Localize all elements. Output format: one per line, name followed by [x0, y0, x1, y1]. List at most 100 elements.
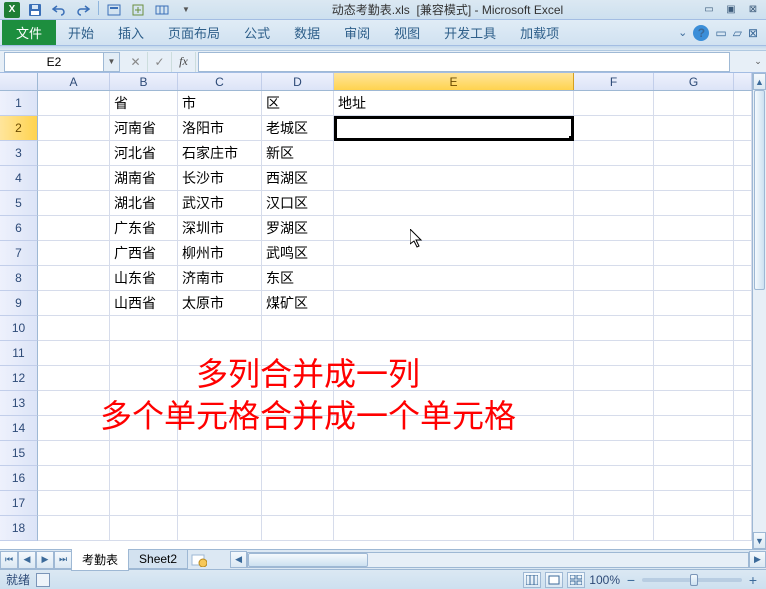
cell[interactable] [654, 341, 734, 366]
zoom-level[interactable]: 100% [589, 573, 620, 587]
confirm-formula-icon[interactable]: ✓ [148, 52, 172, 72]
cell[interactable] [334, 316, 574, 341]
cell[interactable] [262, 491, 334, 516]
save-icon[interactable] [26, 1, 44, 19]
cell[interactable] [334, 366, 574, 391]
cell[interactable] [38, 466, 110, 491]
name-box-dropdown[interactable]: ▼ [104, 52, 120, 72]
cell[interactable]: 地址 [334, 91, 574, 116]
cell[interactable] [654, 91, 734, 116]
horizontal-scrollbar[interactable]: ◀ ▶ [230, 551, 766, 568]
cell[interactable]: 武鸣区 [262, 241, 334, 266]
cell[interactable]: 武汉市 [178, 191, 262, 216]
formula-input[interactable] [198, 52, 730, 72]
cell[interactable] [38, 191, 110, 216]
cell[interactable] [178, 366, 262, 391]
col-header-F[interactable]: F [574, 73, 654, 90]
cell[interactable] [574, 441, 654, 466]
cell[interactable] [734, 141, 752, 166]
cell[interactable] [334, 266, 574, 291]
close-button[interactable]: ⊠ [744, 3, 762, 17]
col-header-D[interactable]: D [262, 73, 334, 90]
cell[interactable] [654, 116, 734, 141]
tab-home[interactable]: 开始 [56, 20, 106, 45]
col-header-E[interactable]: E [334, 73, 574, 90]
cell[interactable] [734, 366, 752, 391]
cell[interactable] [654, 416, 734, 441]
cell[interactable] [334, 291, 574, 316]
cell[interactable] [262, 391, 334, 416]
row-header[interactable]: 6 [0, 216, 38, 241]
cell[interactable] [734, 241, 752, 266]
cell[interactable] [178, 416, 262, 441]
scroll-up-button[interactable]: ▲ [753, 73, 766, 90]
cell[interactable] [38, 366, 110, 391]
tab-nav-prev[interactable]: ◀ [18, 551, 36, 569]
cell[interactable] [38, 116, 110, 141]
cell[interactable] [654, 441, 734, 466]
row-header[interactable]: 2 [0, 116, 38, 141]
cell[interactable] [574, 166, 654, 191]
cell[interactable] [734, 116, 752, 141]
cell[interactable] [334, 391, 574, 416]
restore-button[interactable]: ▣ [722, 3, 740, 17]
cell[interactable]: 市 [178, 91, 262, 116]
tab-formulas[interactable]: 公式 [232, 20, 282, 45]
scroll-thumb-v[interactable] [754, 90, 765, 290]
cell[interactable] [574, 116, 654, 141]
tab-nav-last[interactable]: ⏭ [54, 551, 72, 569]
cell[interactable] [110, 491, 178, 516]
cell[interactable] [38, 91, 110, 116]
cell[interactable] [574, 141, 654, 166]
cell[interactable] [734, 166, 752, 191]
cell[interactable]: 新区 [262, 141, 334, 166]
tab-nav-first[interactable]: ⏮ [0, 551, 18, 569]
cell[interactable] [574, 291, 654, 316]
doc-close-button[interactable]: ⊠ [748, 26, 758, 40]
scroll-down-button[interactable]: ▼ [753, 532, 766, 549]
sheet-tab-2[interactable]: Sheet2 [128, 550, 188, 569]
cell[interactable] [574, 416, 654, 441]
cell[interactable] [334, 416, 574, 441]
cell[interactable] [334, 516, 574, 541]
scroll-left-button[interactable]: ◀ [230, 551, 247, 568]
cell[interactable]: 河南省 [110, 116, 178, 141]
cell[interactable] [178, 391, 262, 416]
cell[interactable]: 汉口区 [262, 191, 334, 216]
row-header[interactable]: 12 [0, 366, 38, 391]
cell[interactable] [734, 516, 752, 541]
cell[interactable] [574, 366, 654, 391]
col-header-C[interactable]: C [178, 73, 262, 90]
cell[interactable]: 湖北省 [110, 191, 178, 216]
cell[interactable] [178, 466, 262, 491]
cell[interactable] [38, 491, 110, 516]
cell[interactable]: 广东省 [110, 216, 178, 241]
cell[interactable]: 东区 [262, 266, 334, 291]
cell[interactable] [654, 366, 734, 391]
cell[interactable] [734, 291, 752, 316]
cells-grid[interactable]: 1省市区地址2河南省洛阳市老城区3河北省石家庄市新区4湖南省长沙市西湖区5湖北省… [0, 91, 752, 549]
cell[interactable] [654, 316, 734, 341]
cell[interactable] [334, 491, 574, 516]
view-page-layout-button[interactable] [545, 572, 563, 588]
formula-bar-expand-icon[interactable]: ⌄ [750, 56, 766, 67]
cell[interactable]: 河北省 [110, 141, 178, 166]
cell[interactable]: 柳州市 [178, 241, 262, 266]
minimize-button[interactable]: ▭ [700, 3, 718, 17]
undo-icon[interactable] [50, 1, 68, 19]
cell[interactable] [262, 466, 334, 491]
cell[interactable] [734, 391, 752, 416]
row-header[interactable]: 5 [0, 191, 38, 216]
scroll-right-button[interactable]: ▶ [749, 551, 766, 568]
cell[interactable] [110, 516, 178, 541]
cell[interactable] [38, 316, 110, 341]
cell[interactable] [178, 316, 262, 341]
cell[interactable] [38, 141, 110, 166]
qat-custom3-icon[interactable] [153, 1, 171, 19]
cell[interactable] [262, 316, 334, 341]
cell[interactable] [654, 241, 734, 266]
row-header[interactable]: 15 [0, 441, 38, 466]
cell[interactable]: 深圳市 [178, 216, 262, 241]
row-header[interactable]: 9 [0, 291, 38, 316]
zoom-slider[interactable] [642, 578, 742, 582]
